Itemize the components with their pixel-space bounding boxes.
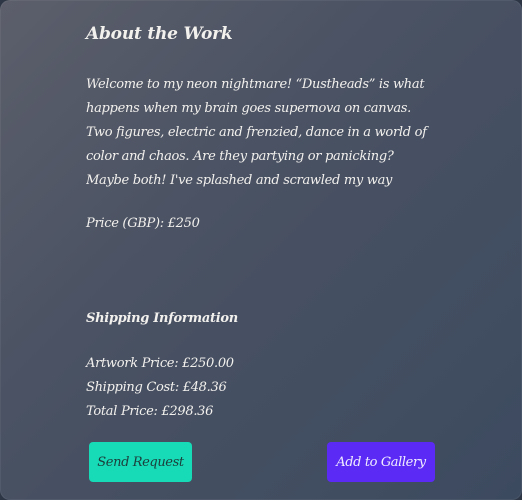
add-to-gallery-button[interactable]: Add to Gallery (327, 442, 435, 482)
total-price: Total Price: £298.36 (86, 404, 214, 419)
about-title: About the Work (86, 24, 233, 44)
shipping-title: Shipping Information (86, 311, 238, 326)
artwork-description: Welcome to my neon nightmare! “Dustheads… (86, 77, 427, 188)
artwork-price: Artwork Price: £250.00 (86, 356, 234, 371)
price-label: Price (GBP): £250 (86, 216, 200, 231)
shipping-cost: Shipping Cost: £48.36 (86, 380, 227, 395)
artwork-info-panel: About the Work Welcome to my neon nightm… (0, 0, 522, 500)
send-request-button[interactable]: Send Request (89, 442, 192, 482)
